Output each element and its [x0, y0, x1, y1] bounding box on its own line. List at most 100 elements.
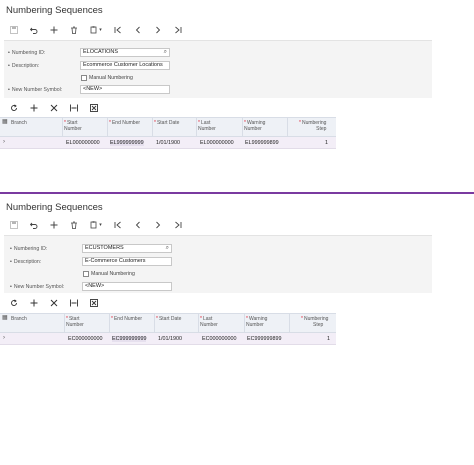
numbering-id-field[interactable]: ELOCATIONS ⌕	[80, 48, 170, 57]
sequences-grid: ▦ Branch *Start Number *End Number *Start…	[0, 313, 336, 345]
cell-warning-number[interactable]: EL999999899	[245, 140, 279, 146]
cell-start-date[interactable]: 1/01/1900	[158, 336, 182, 342]
grid-settings-icon[interactable]: ▦	[2, 119, 8, 125]
previous-record-icon[interactable]	[128, 219, 148, 231]
cell-start-number[interactable]: EC000000000	[68, 336, 102, 342]
page-title: Numbering Sequences	[6, 202, 103, 213]
grid-header: ▦ Branch *Start Number *End Number *Start…	[0, 117, 336, 137]
row-selector-icon[interactable]: ›	[3, 335, 5, 341]
col-numbering-step[interactable]: *Numbering Step	[299, 120, 326, 132]
description-field[interactable]: E-Commerce Customers	[82, 257, 172, 266]
col-branch[interactable]: Branch	[11, 316, 27, 322]
grid-toolbar	[4, 298, 104, 308]
new-number-symbol-row: New Number Symbol: <NEW>	[8, 85, 170, 94]
add-icon[interactable]	[44, 219, 64, 231]
description-label: Description:	[10, 259, 82, 265]
description-value: Ecommerce Customer Locations	[83, 62, 163, 68]
manual-numbering-row: Manual Numbering	[81, 73, 133, 82]
search-icon[interactable]: ⌕	[166, 245, 169, 252]
description-label: Description:	[8, 63, 80, 69]
col-start-number[interactable]: *Start Number	[64, 120, 82, 132]
fit-columns-icon[interactable]	[64, 104, 84, 112]
numbering-id-field[interactable]: ECUSTOMERS ⌕	[82, 244, 172, 253]
delete-row-icon[interactable]	[44, 104, 64, 112]
description-value: E-Commerce Customers	[85, 258, 146, 264]
next-record-icon[interactable]	[148, 219, 168, 231]
undo-icon[interactable]	[24, 24, 44, 36]
export-icon[interactable]	[84, 104, 104, 112]
numbering-id-value: ECUSTOMERS	[85, 245, 124, 251]
refresh-icon[interactable]	[4, 104, 24, 112]
numbering-id-label: Numbering ID:	[8, 50, 80, 56]
summary-form: Numbering ID: ECUSTOMERS ⌕ Description: E…	[4, 235, 432, 293]
description-field[interactable]: Ecommerce Customer Locations	[80, 61, 170, 70]
grid-header: ▦ Branch *Start Number *End Number *Start…	[0, 313, 336, 333]
manual-numbering-checkbox[interactable]	[83, 270, 89, 277]
col-last-number[interactable]: *Last Number	[200, 316, 218, 328]
copy-paste-icon[interactable]: ▾	[84, 219, 108, 231]
search-icon[interactable]: ⌕	[164, 49, 167, 56]
col-end-number[interactable]: *End Number	[111, 316, 142, 322]
refresh-icon[interactable]	[4, 299, 24, 307]
first-record-icon[interactable]	[108, 219, 128, 231]
add-row-icon[interactable]	[24, 104, 44, 112]
col-last-number[interactable]: *Last Number	[198, 120, 216, 132]
undo-icon[interactable]	[24, 219, 44, 231]
table-row[interactable]: › EL000000000 EL999999999 1/01/1900 EL00…	[0, 137, 336, 149]
cell-start-date[interactable]: 1/01/1900	[156, 140, 180, 146]
cell-end-number[interactable]: EL999999999	[110, 140, 144, 146]
cell-start-number[interactable]: EL000000000	[66, 140, 100, 146]
delete-icon[interactable]	[64, 24, 84, 36]
first-record-icon[interactable]	[108, 24, 128, 36]
col-start-date[interactable]: *Start Date	[154, 120, 179, 126]
numbering-id-row: Numbering ID: ECUSTOMERS ⌕	[10, 244, 172, 253]
last-record-icon[interactable]	[168, 24, 188, 36]
row-selector-icon[interactable]: ›	[3, 139, 5, 145]
new-number-symbol-label: New Number Symbol:	[8, 87, 80, 93]
delete-row-icon[interactable]	[44, 299, 64, 307]
save-icon[interactable]	[4, 24, 24, 36]
cell-numbering-step[interactable]: 1	[327, 336, 330, 342]
col-warning-number[interactable]: *Warning Number	[244, 120, 265, 132]
fit-columns-icon[interactable]	[64, 299, 84, 307]
new-number-symbol-label: New Number Symbol:	[10, 284, 82, 290]
add-icon[interactable]	[44, 24, 64, 36]
col-end-number[interactable]: *End Number	[109, 120, 140, 126]
description-row: Description: Ecommerce Customer Location…	[8, 61, 170, 70]
numbering-id-value: ELOCATIONS	[83, 49, 119, 55]
cell-end-number[interactable]: EC999999999	[112, 336, 147, 342]
delete-icon[interactable]	[64, 219, 84, 231]
manual-numbering-checkbox[interactable]	[81, 74, 87, 81]
new-number-symbol-field[interactable]: <NEW>	[82, 282, 172, 291]
col-branch[interactable]: Branch	[11, 120, 27, 126]
col-numbering-step[interactable]: *Numbering Step	[301, 316, 328, 328]
col-start-number[interactable]: *Start Number	[66, 316, 84, 328]
col-warning-number[interactable]: *Warning Number	[246, 316, 267, 328]
new-number-symbol-value: <NEW>	[83, 86, 103, 92]
manual-numbering-label: Manual Numbering	[91, 270, 135, 277]
cell-last-number[interactable]: EC000000000	[202, 336, 236, 342]
previous-record-icon[interactable]	[128, 24, 148, 36]
cell-last-number[interactable]: EL000000000	[200, 140, 234, 146]
numbering-id-row: Numbering ID: ELOCATIONS ⌕	[8, 48, 170, 57]
description-row: Description: E-Commerce Customers	[10, 257, 172, 266]
main-toolbar: ▾	[4, 219, 188, 231]
next-record-icon[interactable]	[148, 24, 168, 36]
main-toolbar: ▾	[4, 24, 188, 36]
copy-paste-icon[interactable]: ▾	[84, 24, 108, 36]
manual-numbering-row: Manual Numbering	[83, 269, 135, 278]
grid-settings-icon[interactable]: ▦	[2, 315, 8, 321]
add-row-icon[interactable]	[24, 299, 44, 307]
manual-numbering-label: Manual Numbering	[89, 74, 133, 81]
cell-warning-number[interactable]: EC999999899	[247, 336, 281, 342]
col-start-date[interactable]: *Start Date	[156, 316, 181, 322]
summary-form: Numbering ID: ELOCATIONS ⌕ Description: E…	[4, 40, 432, 98]
export-icon[interactable]	[84, 299, 104, 307]
new-number-symbol-value: <NEW>	[85, 283, 105, 289]
panel-elocations: Numbering Sequences ▾ Numbering ID: ELOC…	[0, 0, 474, 192]
table-row[interactable]: › EC000000000 EC999999999 1/01/1900 EC00…	[0, 333, 336, 345]
last-record-icon[interactable]	[168, 219, 188, 231]
save-icon[interactable]	[4, 219, 24, 231]
cell-numbering-step[interactable]: 1	[325, 140, 328, 146]
new-number-symbol-field[interactable]: <NEW>	[80, 85, 170, 94]
